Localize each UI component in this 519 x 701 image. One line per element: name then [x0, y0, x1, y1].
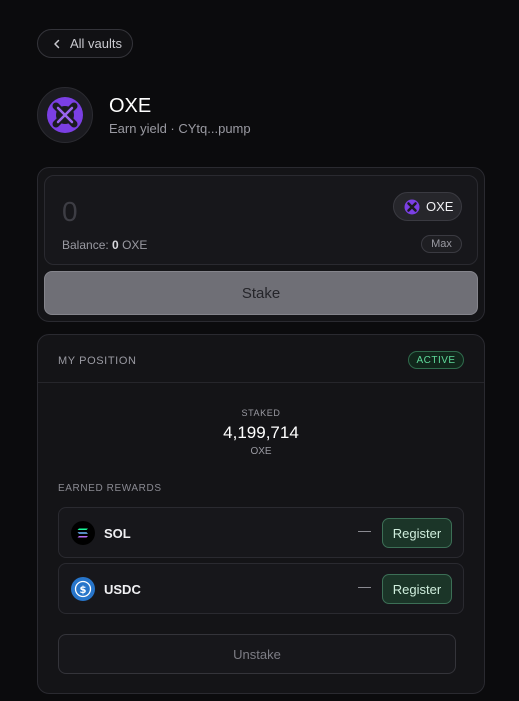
stake-button[interactable]: Stake	[44, 271, 478, 315]
token-selector[interactable]: OXE	[393, 192, 462, 221]
max-button[interactable]: Max	[421, 235, 462, 253]
earned-rewards-label: EARNED REWARDS	[58, 483, 162, 494]
balance-unit: OXE	[122, 238, 148, 252]
vault-title: OXE	[109, 95, 152, 117]
reward-row-sol: SOL — Register	[58, 507, 464, 558]
reward-token-name: SOL	[104, 526, 131, 541]
register-button-usdc[interactable]: Register	[382, 574, 452, 604]
oxe-token-icon	[404, 199, 420, 214]
my-position-card: MY POSITION ACTIVE STAKED 4,199,714 OXE …	[37, 334, 485, 694]
all-vaults-button[interactable]: All vaults	[37, 29, 133, 58]
position-header-label: MY POSITION	[58, 355, 137, 367]
register-button-sol[interactable]: Register	[382, 518, 452, 548]
all-vaults-label: All vaults	[70, 36, 123, 51]
unstake-button[interactable]: Unstake	[58, 634, 456, 674]
status-badge: ACTIVE	[408, 351, 464, 369]
solana-icon	[71, 521, 95, 545]
stake-amount-input[interactable]: 0	[62, 196, 78, 228]
svg-text:$: $	[80, 585, 87, 596]
reward-amount: —	[358, 579, 371, 594]
stake-amount-box: 0 OXE Balance: 0 OXE Max	[44, 175, 478, 265]
reward-token-name: USDC	[104, 582, 141, 597]
staked-unit: OXE	[250, 446, 272, 457]
stake-card: 0 OXE Balance: 0 OXE Max Stake	[37, 167, 485, 322]
vault-subtitle: Earn yield · CYtq...pump	[109, 121, 251, 136]
token-selector-label: OXE	[426, 199, 454, 214]
balance-text: Balance: 0 OXE	[62, 238, 147, 252]
oxe-logo-icon	[37, 87, 93, 143]
reward-amount: —	[358, 523, 371, 538]
balance-value: 0	[112, 238, 119, 252]
chevron-left-icon	[54, 39, 60, 48]
usdc-icon: $	[71, 577, 95, 601]
reward-row-usdc: $ USDC — Register	[58, 563, 464, 614]
balance-label: Balance:	[62, 238, 109, 252]
staked-label: STAKED	[241, 408, 281, 418]
staked-value: 4,199,714	[223, 423, 299, 442]
position-header: MY POSITION ACTIVE	[38, 335, 484, 383]
